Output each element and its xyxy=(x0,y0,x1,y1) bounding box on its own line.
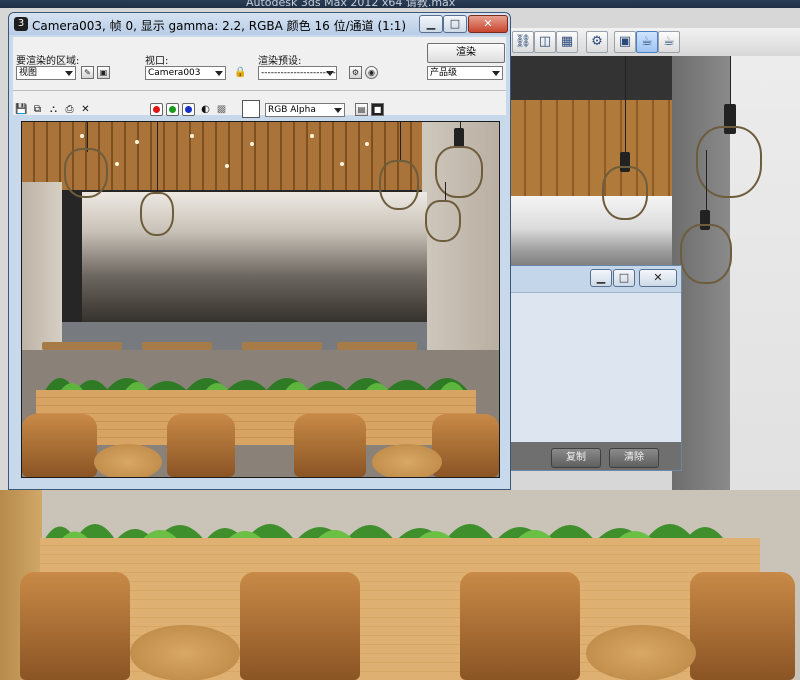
render-round-table xyxy=(94,444,162,477)
auto-region-icon[interactable]: ▣ xyxy=(97,66,110,79)
viewport-wood-ceiling xyxy=(510,100,685,200)
dialog-button-bar: 复制 清除 xyxy=(511,442,681,470)
render-round-table xyxy=(372,444,442,477)
viewport-dropdown[interactable]: Camera003 xyxy=(145,66,226,80)
blue-channel-toggle[interactable] xyxy=(182,103,195,116)
teapot-render-icon[interactable]: ☕ xyxy=(658,31,680,53)
render-pendant-lamp xyxy=(62,122,112,212)
render-lounge-chair xyxy=(22,414,97,477)
close-button[interactable]: ✕ xyxy=(468,15,508,33)
clone-frame-icon[interactable]: ⛬ xyxy=(47,103,60,116)
rendered-frame-window-icon[interactable]: ▣ xyxy=(614,31,636,53)
monochrome-icon[interactable]: ▩ xyxy=(215,103,228,116)
render-lounge-chair xyxy=(294,414,366,477)
round-table xyxy=(130,625,240,680)
render-dining-table xyxy=(42,342,122,350)
area-to-render-label: 要渲染的区域: xyxy=(16,56,80,67)
lounge-chair xyxy=(20,572,130,680)
render-setup-icon[interactable]: ⚙ xyxy=(586,31,608,53)
lounge-chair xyxy=(690,572,795,680)
red-channel-toggle[interactable] xyxy=(150,103,163,116)
clear-button[interactable]: 清除 xyxy=(609,448,659,468)
area-to-render-dropdown[interactable]: 视图 xyxy=(16,66,76,80)
viewport-mural xyxy=(510,196,680,276)
minimize-button[interactable]: ▁ xyxy=(590,269,612,287)
close-button[interactable]: ✕ xyxy=(639,269,677,287)
window-title: Camera003, 帧 0, 显示 gamma: 2.2, RGBA 颜色 1… xyxy=(32,19,407,33)
copy-button[interactable]: 复制 xyxy=(551,448,601,468)
maximize-button[interactable]: □ xyxy=(443,15,467,33)
environment-icon[interactable]: ◉ xyxy=(365,66,378,79)
render-preset-dropdown[interactable]: ------------------------- xyxy=(258,66,337,80)
pendant-lamp xyxy=(600,56,650,236)
copy-image-icon[interactable]: ⧉ xyxy=(31,103,44,116)
toggle-ui-icon[interactable]: ■ xyxy=(371,103,384,116)
chevron-down-icon xyxy=(65,71,73,76)
render-button[interactable]: 渲染 xyxy=(427,43,505,63)
render-pendant-lamp xyxy=(422,182,467,242)
app-title: Autodesk 3ds Max 2012 x64 请教.max xyxy=(246,0,456,9)
maximize-button[interactable]: □ xyxy=(613,269,635,287)
rendered-image[interactable] xyxy=(21,121,500,478)
render-pendant-lamp xyxy=(137,122,177,247)
render-planter-box xyxy=(36,390,476,445)
render-preset-label: 渲染预设: xyxy=(258,56,302,67)
3dsmax-app-icon: 3 xyxy=(14,17,28,31)
chevron-down-icon xyxy=(215,71,223,76)
chevron-down-icon xyxy=(326,71,334,76)
material-editor-icon[interactable]: ▦ xyxy=(556,31,578,53)
render-lounge-chair xyxy=(167,414,235,477)
rendered-frame-window: 3 Camera003, 帧 0, 显示 gamma: 2.2, RGBA 颜色… xyxy=(8,12,511,490)
green-channel-toggle[interactable] xyxy=(166,103,179,116)
chevron-down-icon xyxy=(334,108,342,113)
render-dining-table xyxy=(142,342,212,350)
render-pendant-lamp xyxy=(377,122,422,217)
channel-display-dropdown[interactable]: RGB Alpha xyxy=(265,103,345,117)
secondary-dialog: ▁ □ ✕ 复制 清除 xyxy=(510,265,682,471)
render-production-icon[interactable]: ☕ xyxy=(636,31,658,53)
render-quality-dropdown[interactable]: 产品级 xyxy=(427,66,503,80)
lounge-chair xyxy=(460,572,580,680)
dialog-client-area xyxy=(511,292,681,443)
render-controls-panel: 要渲染的区域: 视图 ✎ ▣ 视口: Camera003 🔒 渲染预设: ---… xyxy=(13,37,506,118)
window-titlebar[interactable]: 3 Camera003, 帧 0, 显示 gamma: 2.2, RGBA 颜色… xyxy=(9,13,510,35)
panel-divider xyxy=(13,90,506,91)
viewport-label: 视口: xyxy=(145,56,169,67)
save-image-icon[interactable]: 💾 xyxy=(15,103,28,116)
app-titlebar: Autodesk 3ds Max 2012 x64 请教.max xyxy=(0,0,800,9)
lock-icon[interactable]: 🔒 xyxy=(234,66,247,79)
render-dining-table xyxy=(337,342,417,350)
render-setup-icon[interactable]: ⚙ xyxy=(349,66,362,79)
clear-image-icon[interactable]: ✕ xyxy=(79,103,92,116)
alpha-channel-icon[interactable]: ◐ xyxy=(199,103,212,116)
lounge-chair xyxy=(240,572,360,680)
pendant-lamp xyxy=(676,150,736,290)
round-table xyxy=(586,625,696,680)
minimize-button[interactable]: ▁ xyxy=(419,15,443,33)
select-and-link-icon[interactable]: ⛓ xyxy=(512,31,534,53)
render-dining-table xyxy=(242,342,322,350)
render-mountain-mural xyxy=(82,192,427,322)
main-toolbar: ⛓ ◫ ▦ ⚙ ▣ ☕ ☕ xyxy=(510,28,800,57)
render-lounge-chair xyxy=(432,414,499,477)
color-swatch[interactable] xyxy=(242,100,260,118)
toggle-ui-overlay-icon[interactable]: ▤ xyxy=(355,103,368,116)
chevron-down-icon xyxy=(492,71,500,76)
print-image-icon[interactable]: ⎙ xyxy=(63,103,76,116)
graph-editor-icon[interactable]: ◫ xyxy=(534,31,556,53)
edit-region-icon[interactable]: ✎ xyxy=(81,66,94,79)
